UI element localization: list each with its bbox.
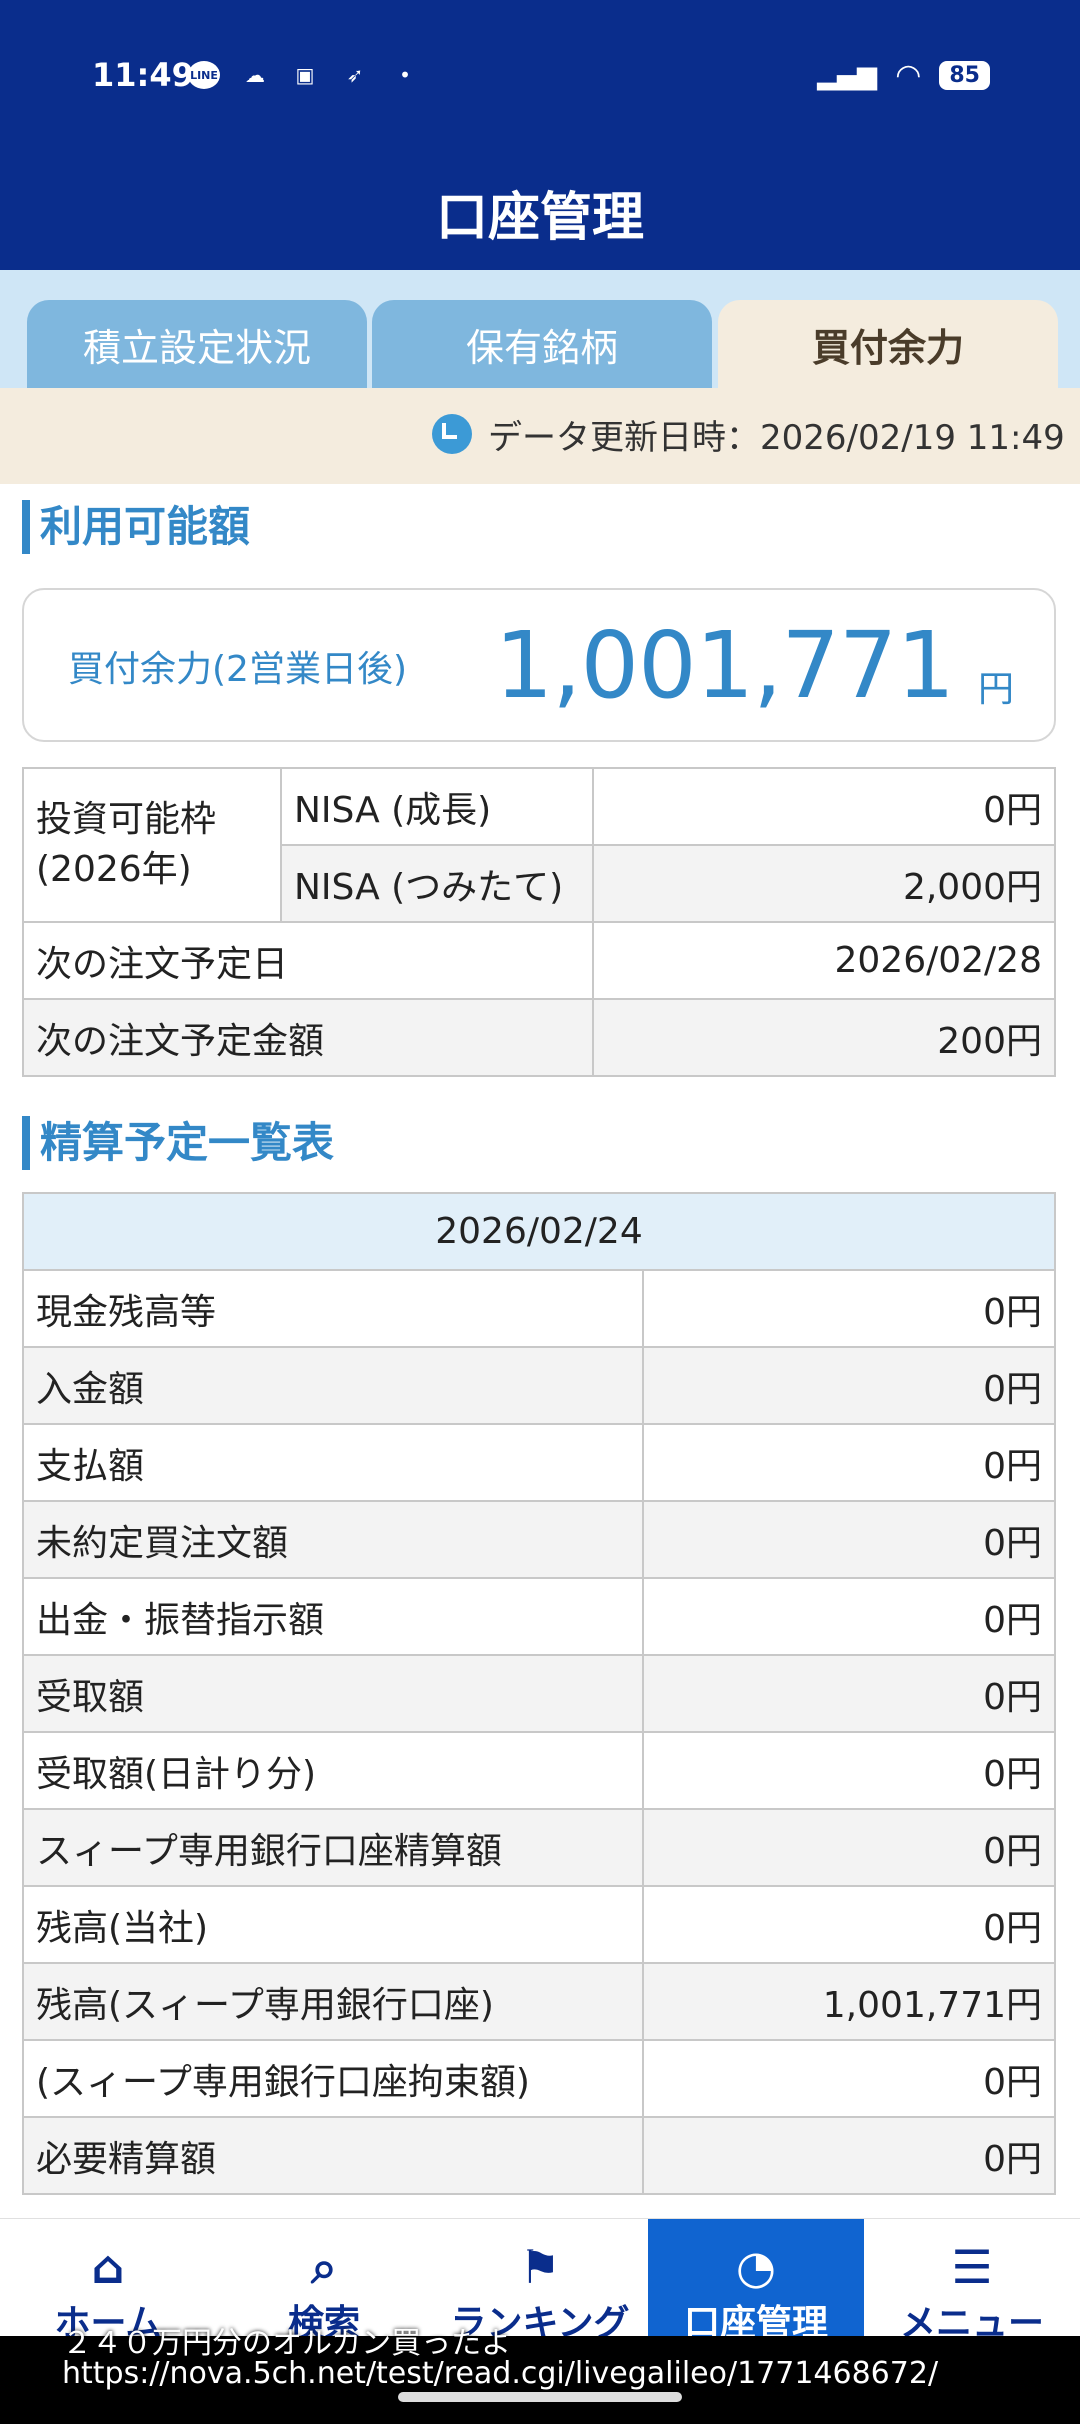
search-icon: ⌕ <box>311 2240 337 2294</box>
table-row-label: 必要精算額 <box>22 2116 644 2195</box>
status-time: 11:49 <box>92 56 194 94</box>
train-icon: ▣ <box>295 63 315 87</box>
invest-limit-label: 投資可能枠 (2026年) <box>22 767 282 923</box>
table-row-value: 0円 <box>642 2039 1056 2118</box>
table-row-value: 0円 <box>642 1885 1056 1964</box>
line-app-icon: LINE <box>188 61 220 89</box>
table-row-value: 0円 <box>642 2116 1056 2195</box>
nisa-tsumitate-value: 2,000円 <box>592 844 1056 923</box>
tab-savings-settings[interactable]: 積立設定状況 <box>27 300 367 388</box>
buying-power-label: 買付余力(2営業日後) <box>68 649 407 690</box>
ranking-icon: ⚑ <box>519 2240 561 2294</box>
investment-table: 投資可能枠 (2026年) NISA (成長) 0円 NISA (つみたて) 2… <box>22 767 1056 1077</box>
table-row-label: 現金残高等 <box>22 1269 644 1348</box>
dot-icon: • <box>399 63 411 87</box>
tab-buying-power[interactable]: 買付余力 <box>718 300 1058 388</box>
nisa-growth-label: NISA (成長) <box>280 767 594 846</box>
signal-icon: ▂▄▆ <box>817 60 878 91</box>
settlement-date: 2026/02/24 <box>22 1192 1056 1271</box>
buying-power-value: 1,001,771 <box>494 612 955 719</box>
table-row-value: 0円 <box>642 1423 1056 1502</box>
settlement-table: 2026/02/24 現金残高等 0円 入金額 0円 支払額 0円 未約定買注文額 0円… <box>22 1192 1056 2195</box>
table-row-label: 残高(スィープ専用銀行口座) <box>22 1962 644 2041</box>
menu-icon: ☰ <box>951 2240 993 2294</box>
notification-icons: LINE ☁ ▣ ➶ • <box>188 60 420 90</box>
table-row-label: 入金額 <box>22 1346 644 1425</box>
table-row-label: 未約定買注文額 <box>22 1500 644 1579</box>
table-row-value: 0円 <box>642 1500 1056 1579</box>
buying-power-box: 買付余力(2営業日後) 1,001,771 円 <box>22 588 1056 742</box>
caption-url: https://nova.5ch.net/test/read.cgi/liveg… <box>62 2356 939 2391</box>
battery-icon: 85 <box>939 61 990 90</box>
table-row-label: 残高(当社) <box>22 1885 644 1964</box>
invest-limit-year: (2026年) <box>36 849 192 890</box>
table-row-value: 0円 <box>642 1654 1056 1733</box>
table-row-label: 支払額 <box>22 1423 644 1502</box>
home-icon: ⌂ <box>91 2240 125 2294</box>
table-row-label: 出金・振替指示額 <box>22 1577 644 1656</box>
section-title-settlement: 精算予定一覧表 <box>22 1116 334 1170</box>
table-row-value: 0円 <box>642 1269 1056 1348</box>
buying-power-unit: 円 <box>977 669 1014 710</box>
table-row-label: スィープ専用銀行口座精算額 <box>22 1808 644 1887</box>
tab-holdings[interactable]: 保有銘柄 <box>372 300 712 388</box>
clock-icon <box>432 414 472 454</box>
table-row-value: 1,001,771円 <box>642 1962 1056 2041</box>
app-header: 11:49 LINE ☁ ▣ ➶ • ▂▄▆ ◠ 85 口座管理 <box>0 0 1080 270</box>
table-row-label: (スィープ専用銀行口座拘束額) <box>22 2039 644 2118</box>
table-row-value: 0円 <box>642 1346 1056 1425</box>
next-order-date-value: 2026/02/28 <box>592 921 1056 1000</box>
system-icons: ▂▄▆ ◠ 85 <box>817 58 990 93</box>
table-row-value: 0円 <box>642 1808 1056 1887</box>
status-bar: 11:49 LINE ☁ ▣ ➶ • ▂▄▆ ◠ 85 <box>0 0 1080 150</box>
section-title-available: 利用可能額 <box>22 500 250 554</box>
home-indicator[interactable] <box>398 2392 682 2402</box>
piggy-bank-icon: ◔ <box>735 2240 777 2294</box>
nisa-tsumitate-label: NISA (つみたて) <box>280 844 594 923</box>
update-bar: データ更新日時：2026/02/19 11:49 <box>0 388 1080 484</box>
table-row-value: 0円 <box>642 1577 1056 1656</box>
wifi-icon: ◠ <box>895 58 922 93</box>
tab-bar: 積立設定状況 保有銘柄 買付余力 <box>0 270 1080 388</box>
update-timestamp: データ更新日時：2026/02/19 11:49 <box>488 418 1065 458</box>
rocket-icon: ➶ <box>346 63 364 87</box>
table-row-label: 受取額 <box>22 1654 644 1733</box>
table-row-label: 受取額(日計り分) <box>22 1731 644 1810</box>
next-order-date-label: 次の注文予定日 <box>22 921 594 1000</box>
next-order-amount-label: 次の注文予定金額 <box>22 998 594 1077</box>
invest-limit-text: 投資可能枠 <box>36 799 217 840</box>
nisa-growth-value: 0円 <box>592 767 1056 846</box>
page-title: 口座管理 <box>435 188 644 248</box>
table-row-value: 0円 <box>642 1731 1056 1810</box>
next-order-amount-value: 200円 <box>592 998 1056 1077</box>
weather-icon: ☁ <box>245 63 265 87</box>
